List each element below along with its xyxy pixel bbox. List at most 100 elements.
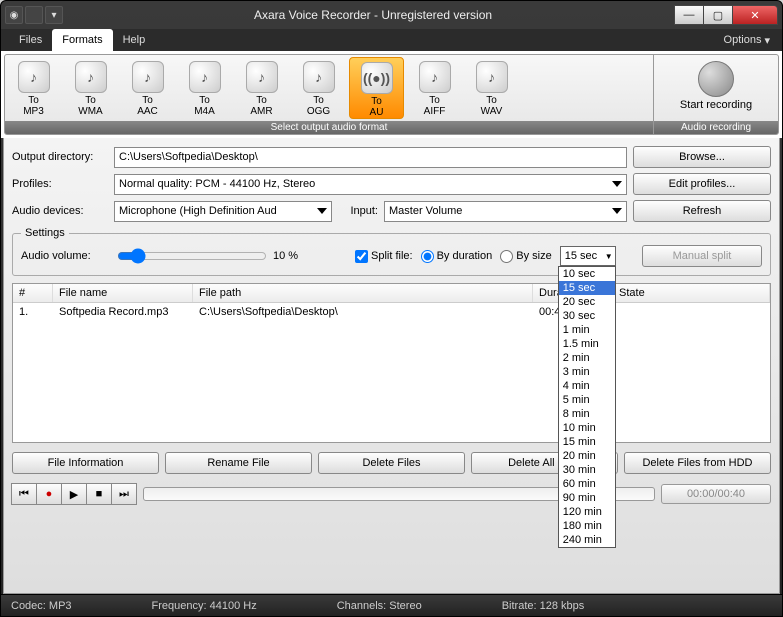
chevron-down-icon: ▾ [764,34,770,47]
split-option[interactable]: 8 min [559,407,615,421]
microphone-icon [698,61,734,97]
wma-icon: ♪ [75,61,107,93]
status-channels: Channels: Stereo [337,600,422,612]
maximize-button[interactable]: ▢ [703,5,733,25]
ogg-icon: ♪ [303,61,335,93]
split-option[interactable]: 60 min [559,477,615,491]
start-recording-button[interactable]: Start recording [654,55,778,121]
format-au-button[interactable]: ((●))To AU [349,57,404,119]
menu-help[interactable]: Help [113,29,156,51]
by-size-label: By size [516,250,551,262]
volume-slider[interactable] [117,248,267,264]
manual-split-button[interactable]: Manual split [642,245,762,267]
format-amr-button[interactable]: ♪To AMR [233,55,290,121]
minimize-button[interactable]: — [674,5,704,25]
split-option[interactable]: 15 sec [559,281,615,295]
split-option[interactable]: 4 min [559,379,615,393]
by-duration-label: By duration [437,250,493,262]
col-state[interactable]: State [613,284,770,302]
rename-file-button[interactable]: Rename File [165,452,312,474]
audio-devices-label: Audio devices: [12,205,108,217]
status-frequency: Frequency: 44100 Hz [152,600,257,612]
amr-icon: ♪ [246,61,278,93]
split-option[interactable]: 1.5 min [559,337,615,351]
by-size-radio[interactable] [500,250,513,263]
volume-percent: 10 % [273,250,298,262]
input-label: Input: [338,205,378,217]
split-option[interactable]: 20 sec [559,295,615,309]
audio-device-combo[interactable]: Microphone (High Definition Aud [114,201,332,222]
split-file-checkbox[interactable] [355,250,368,263]
au-icon: ((●)) [361,62,393,94]
wav-icon: ♪ [476,61,508,93]
quick-access-dropdown[interactable] [25,6,43,24]
status-codec: Codec: MP3 [11,600,72,612]
delete-files-hdd-button[interactable]: Delete Files from HDD [624,452,771,474]
aiff-icon: ♪ [419,61,451,93]
split-option[interactable]: 5 min [559,393,615,407]
split-option[interactable]: 3 min [559,365,615,379]
toolbar: ♪To MP3♪To WMA♪To AAC♪To M4A♪To AMR♪To O… [4,54,779,135]
profiles-combo[interactable]: Normal quality: PCM - 44100 Hz, Stereo [114,174,627,195]
col-num[interactable]: # [13,284,53,302]
forward-button[interactable]: ⏭ [111,483,137,505]
m4a-icon: ♪ [189,61,221,93]
split-option[interactable]: 30 min [559,463,615,477]
split-option[interactable]: 30 sec [559,309,615,323]
settings-group: Settings Audio volume: 10 % Split file: … [12,227,771,276]
time-display: 00:00/00:40 [661,484,771,504]
browse-button[interactable]: Browse... [633,146,771,168]
split-interval-dropdown: 10 sec15 sec20 sec30 sec1 min1.5 min2 mi… [558,266,616,548]
delete-files-button[interactable]: Delete Files [318,452,465,474]
split-option[interactable]: 1 min [559,323,615,337]
menu-formats[interactable]: Formats [52,29,112,51]
statusbar: Codec: MP3 Frequency: 44100 Hz Channels:… [1,594,782,616]
format-ogg-button[interactable]: ♪To OGG [290,55,347,121]
profiles-label: Profiles: [12,178,108,190]
menu-options[interactable]: Options ▾ [724,29,774,51]
split-option[interactable]: 90 min [559,491,615,505]
format-m4a-button[interactable]: ♪To M4A [176,55,233,121]
output-dir-input[interactable] [114,147,627,168]
format-wav-button[interactable]: ♪To WAV [463,55,520,121]
play-button[interactable]: ▶ [61,483,87,505]
refresh-button[interactable]: Refresh [633,200,771,222]
split-option[interactable]: 15 min [559,435,615,449]
record-button[interactable]: ● [36,483,62,505]
split-option[interactable]: 10 min [559,421,615,435]
settings-legend: Settings [21,227,69,239]
format-mp3-button[interactable]: ♪To MP3 [5,55,62,121]
output-dir-label: Output directory: [12,151,108,163]
split-option[interactable]: 2 min [559,351,615,365]
file-information-button[interactable]: File Information [12,452,159,474]
format-aiff-button[interactable]: ♪To AIFF [406,55,463,121]
close-button[interactable]: ✕ [732,5,778,25]
quick-access-arrow[interactable]: ▾ [45,6,63,24]
split-option[interactable]: 120 min [559,505,615,519]
audio-volume-label: Audio volume: [21,250,109,262]
split-interval-combo[interactable]: 15 sec▼ [560,246,616,266]
edit-profiles-button[interactable]: Edit profiles... [633,173,771,195]
format-group-title: Select output audio format [5,121,653,134]
app-icon: ◉ [5,6,23,24]
split-option[interactable]: 180 min [559,519,615,533]
format-wma-button[interactable]: ♪To WMA [62,55,119,121]
file-table: # File name File path Duration State 1.S… [12,283,771,443]
status-bitrate: Bitrate: 128 kbps [502,600,585,612]
aac-icon: ♪ [132,61,164,93]
format-aac-button[interactable]: ♪To AAC [119,55,176,121]
rewind-button[interactable]: ⏮ [11,483,37,505]
menu-files[interactable]: Files [9,29,52,51]
table-row[interactable]: 1.Softpedia Record.mp3C:\Users\Softpedia… [13,303,770,321]
col-path[interactable]: File path [193,284,533,302]
split-option[interactable]: 20 min [559,449,615,463]
input-combo[interactable]: Master Volume [384,201,627,222]
by-duration-radio[interactable] [421,250,434,263]
titlebar: ◉ ▾ Axara Voice Recorder - Unregistered … [1,1,782,29]
col-name[interactable]: File name [53,284,193,302]
split-option[interactable]: 240 min [559,533,615,547]
split-option[interactable]: 10 sec [559,267,615,281]
menubar: Files Formats Help Options ▾ [1,29,782,51]
stop-button[interactable]: ■ [86,483,112,505]
window-title: Axara Voice Recorder - Unregistered vers… [71,8,675,22]
